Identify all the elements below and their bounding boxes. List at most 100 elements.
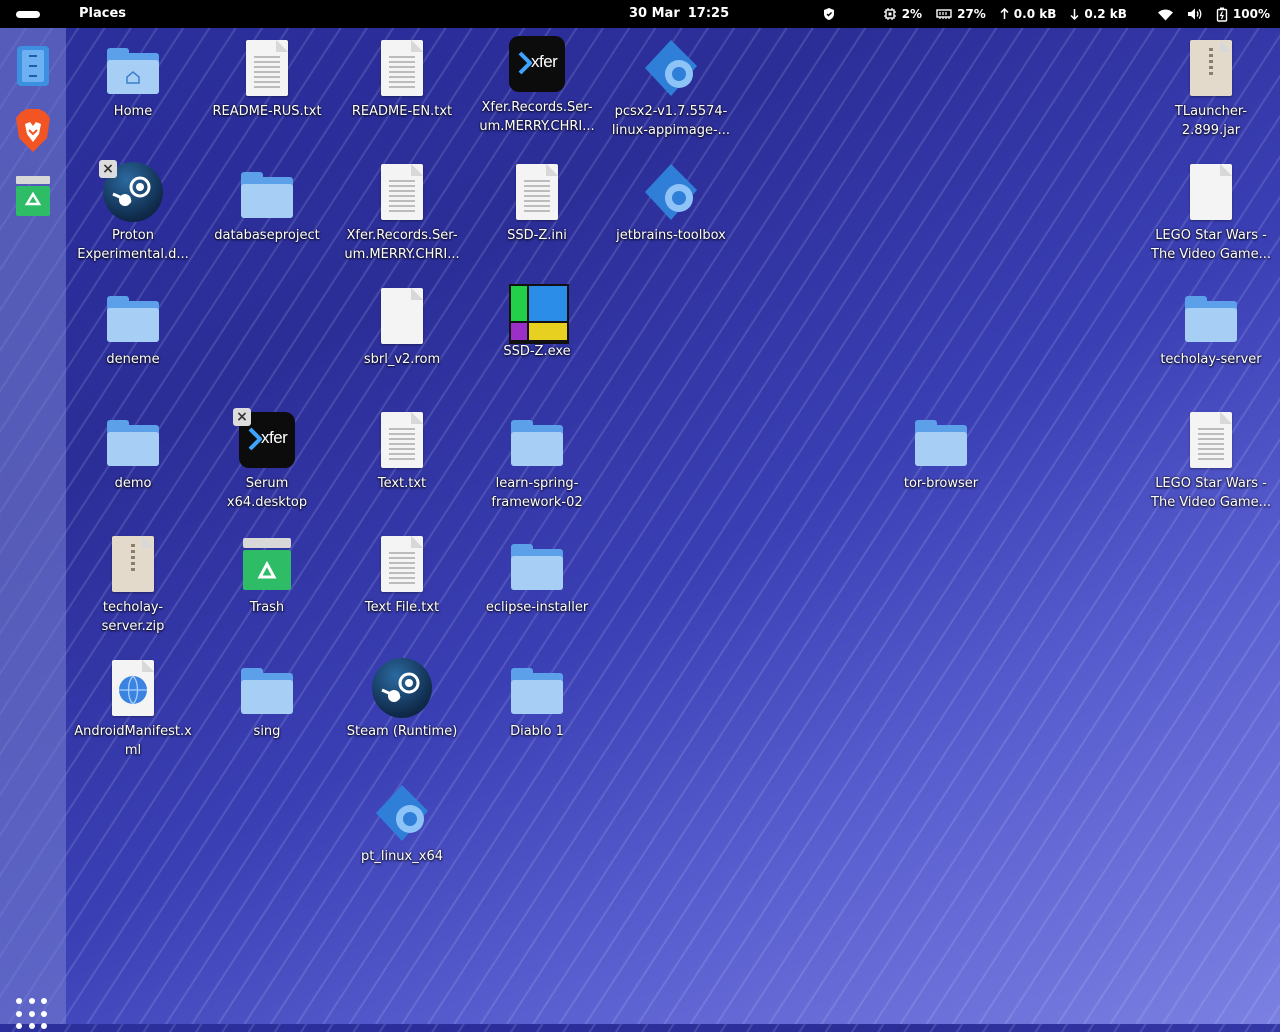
- xfer-serum-icon: xfer: [505, 32, 569, 96]
- desktop-item-eclipse-installer[interactable]: eclipse-installer: [477, 532, 597, 617]
- desktop-item-label: Proton Experimental.d...: [77, 228, 189, 262]
- desktop-item-pcsx2[interactable]: pcsx2-v1.7.5574-linux-appimage-...: [611, 36, 731, 140]
- desktop-item-label: Serum x64.desktop: [226, 476, 308, 510]
- desktop-item-lego-2[interactable]: LEGO Star Wars - The Video Game...: [1151, 408, 1271, 512]
- desktop-item-sing[interactable]: sing: [207, 656, 327, 741]
- desktop-item-readme-rus[interactable]: README-RUS.txt: [207, 36, 327, 121]
- archive-icon: [1179, 36, 1243, 100]
- desktop-item-label: Trash: [249, 600, 285, 615]
- xml-file-icon: [101, 656, 165, 720]
- desktop-item-label: Xfer.Records.Ser-um.MERRY.CHRI...: [344, 228, 460, 262]
- desktop-item-label: TLauncher-2.899.jar: [1174, 104, 1248, 138]
- folder-icon: [235, 160, 299, 224]
- desktop-item-databaseproject[interactable]: databaseproject: [207, 160, 327, 245]
- upload-value: 0.0 kB: [1013, 7, 1057, 21]
- desktop-item-label: learn-spring-framework-02: [491, 476, 583, 510]
- desktop-item-demo[interactable]: demo: [73, 408, 193, 493]
- text-file-icon: [370, 160, 434, 224]
- desktop-item-proton[interactable]: × Proton Experimental.d...: [73, 160, 193, 264]
- desktop-item-label: Xfer.Records.Ser-um.MERRY.CHRI...: [479, 100, 595, 134]
- clock[interactable]: 30 Mar 17:25: [629, 6, 729, 21]
- dock-files-app[interactable]: [13, 44, 53, 86]
- desktop-item-label: techolay-server.zip: [101, 600, 165, 634]
- desktop-item-label: tor-browser: [903, 476, 979, 491]
- desktop-item-trash[interactable]: Trash: [207, 532, 327, 617]
- desktop-item-readme-en[interactable]: README-EN.txt: [342, 36, 462, 121]
- blank-file-icon: [370, 284, 434, 348]
- volume-icon[interactable]: [1187, 7, 1208, 21]
- steam-icon: [370, 656, 434, 720]
- brave-lion-icon: [16, 109, 50, 152]
- desktop-item-techolay-server[interactable]: techolay-server: [1151, 284, 1271, 369]
- desktop-item-ssdz-exe[interactable]: SSD-Z.exe: [477, 284, 597, 361]
- desktop-item-lego-1[interactable]: LEGO Star Wars - The Video Game...: [1151, 160, 1271, 264]
- text-file-icon: [1179, 408, 1243, 472]
- time-label: 17:25: [687, 6, 730, 21]
- desktop-item-label: techolay-server: [1160, 352, 1262, 367]
- battery-icon: [1216, 7, 1228, 22]
- dock-trash[interactable]: [13, 174, 53, 216]
- trash-icon: [16, 176, 50, 216]
- dock-brave-browser[interactable]: [13, 108, 53, 152]
- desktop-item-label: pt_linux_x64: [361, 849, 443, 864]
- desktop-item-text-txt[interactable]: Text.txt: [342, 408, 462, 493]
- shield-icon[interactable]: [822, 7, 841, 21]
- folder-icon: [909, 408, 973, 472]
- places-menu[interactable]: Places: [79, 6, 126, 21]
- desktop-item-ssdz-ini[interactable]: SSD-Z.ini: [477, 160, 597, 245]
- desktop-item-tor-browser[interactable]: tor-browser: [881, 408, 1001, 493]
- desktop-item-xfer-records-1[interactable]: xfer Xfer.Records.Ser-um.MERRY.CHRI...: [477, 32, 597, 136]
- desktop-item-label: SSD-Z.ini: [507, 228, 567, 243]
- desktop-item-sbrl-rom[interactable]: sbrl_v2.rom: [342, 284, 462, 369]
- text-file-icon: [505, 160, 569, 224]
- executable-gear-icon: [639, 36, 703, 100]
- desktop-item-pt-linux[interactable]: pt_linux_x64: [342, 781, 462, 866]
- top-panel: Places 30 Mar 17:25 2% 27% 0.0 kB 0.2 kB: [0, 0, 1280, 28]
- desktop-item-label: AndroidManifest.xml: [74, 724, 192, 758]
- text-file-icon: [235, 36, 299, 100]
- blank-file-icon: [1179, 160, 1243, 224]
- wifi-icon[interactable]: [1157, 8, 1179, 21]
- download-indicator[interactable]: 0.2 kB: [1070, 7, 1127, 21]
- desktop-item-serum-desktop[interactable]: xfer × Serum x64.desktop: [207, 408, 327, 512]
- cpu-indicator[interactable]: 2%: [883, 7, 922, 21]
- date-label: 30 Mar: [629, 6, 680, 21]
- upload-indicator[interactable]: 0.0 kB: [1000, 7, 1057, 21]
- trash-icon: [235, 532, 299, 596]
- folder-icon: [505, 656, 569, 720]
- files-icon: [17, 46, 49, 86]
- desktop-item-label: eclipse-installer: [485, 600, 589, 615]
- desktop-item-label: Text.txt: [377, 476, 427, 491]
- desktop-item-diablo[interactable]: Diablo 1: [477, 656, 597, 741]
- desktop-item-label: Home: [113, 104, 153, 119]
- desktop-item-label: Steam (Runtime): [346, 724, 458, 739]
- activities-indicator[interactable]: [16, 11, 40, 18]
- memory-indicator[interactable]: 27%: [936, 7, 986, 21]
- cpu-value: 2%: [901, 7, 923, 21]
- desktop-item-techolay-zip[interactable]: techolay-server.zip: [73, 532, 193, 636]
- desktop-item-learn-spring[interactable]: learn-spring-framework-02: [477, 408, 597, 512]
- desktop-item-tlauncher[interactable]: TLauncher-2.899.jar: [1151, 36, 1271, 140]
- desktop-item-jetbrains-toolbox[interactable]: jetbrains-toolbox: [611, 160, 731, 245]
- folder-icon: [505, 408, 569, 472]
- desktop-item-deneme[interactable]: deneme: [73, 284, 193, 369]
- desktop-item-label: sbrl_v2.rom: [363, 352, 441, 367]
- desktop-item-label: README-EN.txt: [351, 104, 453, 119]
- desktop-item-steam-runtime[interactable]: Steam (Runtime): [342, 656, 462, 741]
- show-apps-grid-icon[interactable]: [16, 998, 50, 1032]
- status-area[interactable]: 2% 27% 0.0 kB 0.2 kB 100%: [808, 0, 1270, 28]
- battery-indicator[interactable]: 100%: [1216, 7, 1270, 22]
- arrow-down-icon: [1070, 9, 1079, 20]
- text-file-icon: [370, 36, 434, 100]
- desktop-item-label: Diablo 1: [510, 724, 564, 739]
- folder-icon: [1179, 284, 1243, 348]
- text-file-icon: [370, 408, 434, 472]
- executable-gear-icon: [639, 160, 703, 224]
- desktop-item-androidmanifest[interactable]: AndroidManifest.xml: [73, 656, 193, 760]
- desktop-item-xfer-records-2[interactable]: Xfer.Records.Ser-um.MERRY.CHRI...: [342, 160, 462, 264]
- unavailable-badge-icon: ×: [99, 160, 117, 178]
- cpu-icon: [883, 8, 896, 20]
- desktop-item-home[interactable]: Home: [73, 36, 193, 121]
- desktop-item-text-file-txt[interactable]: Text File.txt: [342, 532, 462, 617]
- memory-icon: [936, 9, 952, 19]
